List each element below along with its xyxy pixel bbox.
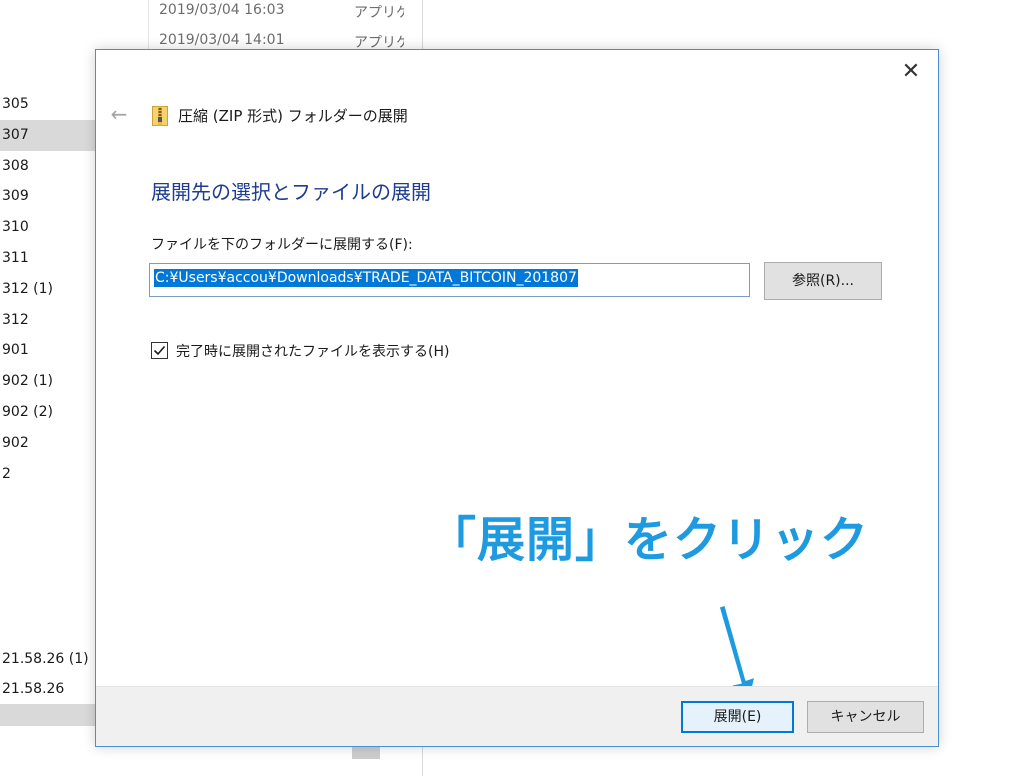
checkmark-icon <box>153 345 166 356</box>
file-row[interactable]: 2019/03/04 16:03 アプリケ <box>148 0 423 28</box>
file-list-item[interactable]: 309 <box>0 181 95 212</box>
back-arrow-icon: ← <box>110 102 128 126</box>
destination-path-selected-text: C:¥Users¥accou¥Downloads¥TRADE_DATA_BITC… <box>154 269 578 287</box>
file-list-item-selected[interactable] <box>0 704 95 726</box>
dialog-footer: 展開(E) キャンセル <box>96 686 938 746</box>
file-list-item[interactable]: 305 <box>0 89 95 120</box>
file-list-item[interactable]: 310 <box>0 212 95 243</box>
file-list-item[interactable]: 311 <box>0 243 95 274</box>
scrollbar-thumb[interactable] <box>352 745 380 759</box>
cancel-button[interactable]: キャンセル <box>807 701 924 733</box>
file-list-lower: 21.58.26 (1) 21.58.26 <box>0 644 95 726</box>
file-list-item[interactable]: 901 <box>0 335 95 366</box>
zip-folder-icon <box>152 106 168 126</box>
file-list-item[interactable]: 21.58.26 <box>0 674 95 704</box>
destination-label: ファイルを下のフォルダーに展開する(F): <box>151 237 413 253</box>
show-files-checkbox[interactable] <box>151 342 168 359</box>
file-list-item-selected[interactable]: 307 <box>0 119 95 151</box>
show-files-checkbox-label[interactable]: 完了時に展開されたファイルを表示する(H) <box>176 341 449 361</box>
file-list-item[interactable]: 21.58.26 (1) <box>0 644 95 674</box>
file-list-item[interactable]: 312 (1) <box>0 274 95 305</box>
file-list: 305 307 308 309 310 311 312 (1) 312 901 … <box>0 89 95 489</box>
close-icon: ✕ <box>901 59 921 84</box>
file-list-item[interactable]: 902 (1) <box>0 366 95 397</box>
window-title: 圧縮 (ZIP 形式) フォルダーの展開 <box>178 107 408 125</box>
instruction-annotation: 「展開」をクリック <box>428 512 870 568</box>
file-list-item[interactable]: 902 <box>0 428 95 459</box>
file-date: 2019/03/04 14:01 <box>159 32 285 48</box>
file-date: 2019/03/04 16:03 <box>159 2 285 18</box>
extract-zip-dialog: ✕ ← 圧縮 (ZIP 形式) フォルダーの展開 展開先の選択とファイルの展開 … <box>95 49 939 747</box>
page-heading: 展開先の選択とファイルの展開 <box>151 180 431 204</box>
close-button[interactable]: ✕ <box>896 58 926 86</box>
destination-path-input[interactable]: C:¥Users¥accou¥Downloads¥TRADE_DATA_BITC… <box>149 263 750 297</box>
file-list-item[interactable]: 902 (2) <box>0 397 95 428</box>
file-list-item[interactable]: 308 <box>0 151 95 182</box>
screen: 2019/03/04 16:03 アプリケ 2019/03/04 14:01 ア… <box>0 0 1024 776</box>
file-list-item[interactable]: 312 <box>0 305 95 336</box>
extract-button[interactable]: 展開(E) <box>681 701 794 733</box>
file-list-item[interactable]: 2 <box>0 459 95 490</box>
browse-button[interactable]: 参照(R)... <box>764 262 882 300</box>
back-button[interactable]: ← <box>106 102 132 126</box>
file-type: アプリケ <box>354 5 404 21</box>
